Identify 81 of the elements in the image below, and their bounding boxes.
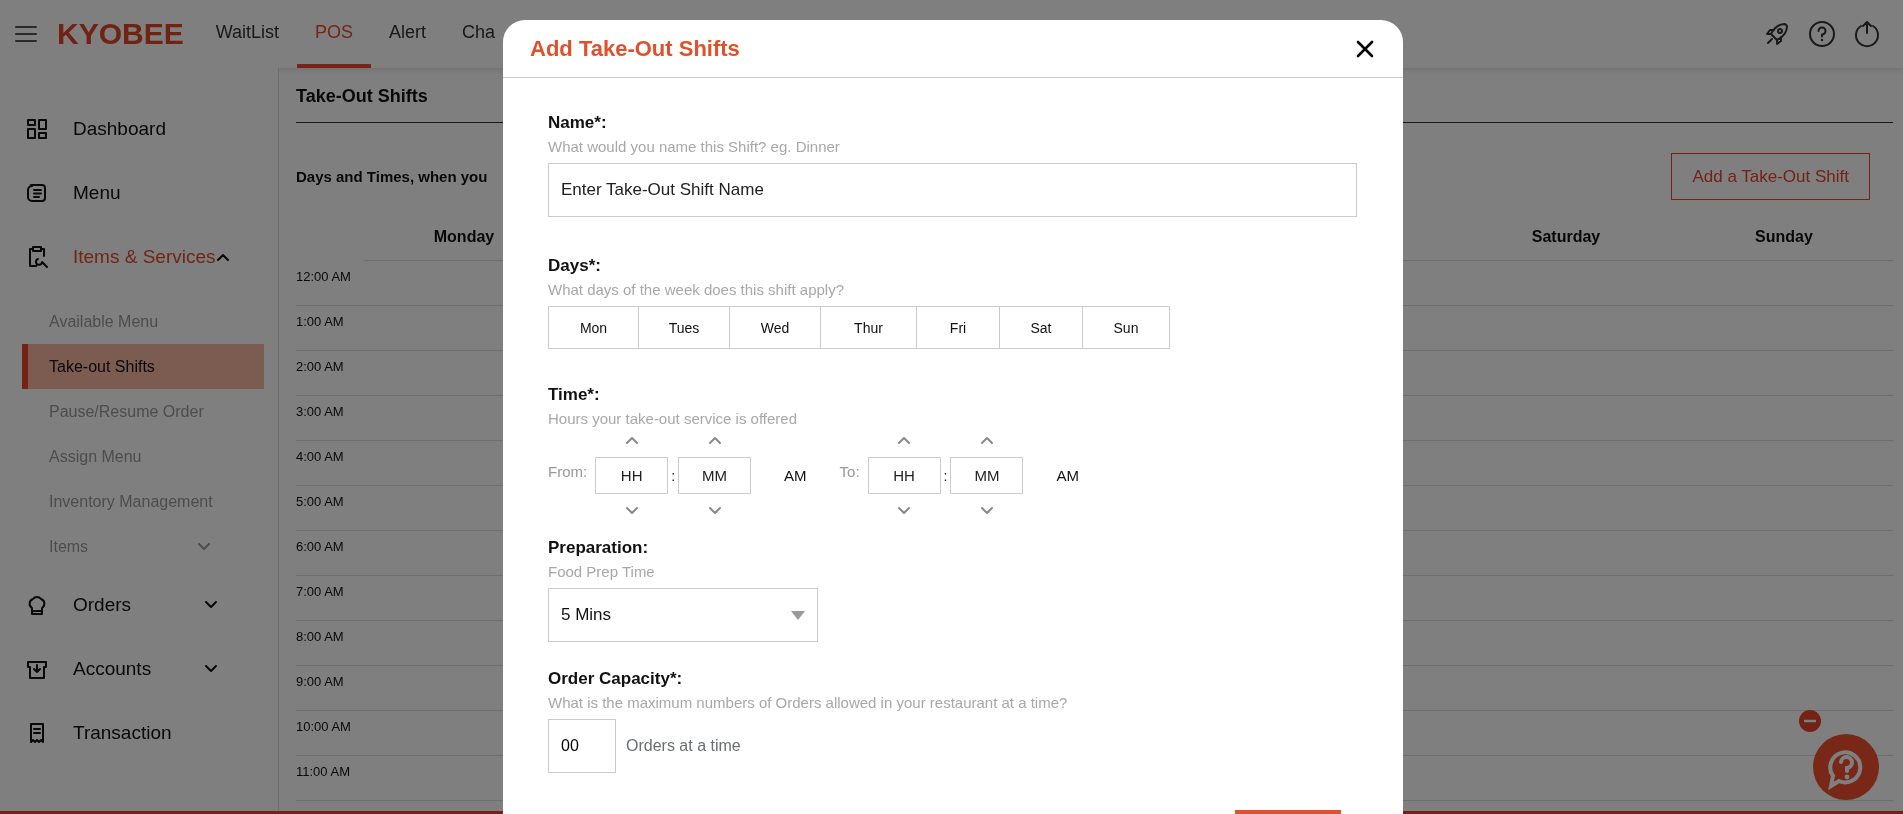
menu-icon[interactable] [15,25,37,43]
sidebar-item[interactable]: Accounts [0,637,278,701]
hint-text: What days of the week does this shift apply? [548,280,845,300]
logo[interactable]: KYOBEE [57,17,184,51]
sidebar-item[interactable]: Items & Services [0,225,278,289]
time-separator: : [943,467,948,484]
time-label: 11:00 AM [296,764,350,779]
day-toggle[interactable]: Thur [820,306,917,349]
unit-label: Orders at a time [626,737,741,755]
meridiem-label[interactable]: AM [784,467,807,484]
collapse-icon[interactable] [215,252,230,262]
hint-text: What would you name this Shift? eg. Dinner [548,137,841,157]
sidebar-item[interactable]: Dashboard [0,97,278,161]
time-label: 2:00 AM [296,359,344,374]
time-label: 9:00 AM [296,674,344,689]
grid-icon [25,117,49,141]
minute-field[interactable]: MM [950,457,1024,494]
hour-field[interactable]: HH [595,457,669,494]
help-icon[interactable] [1808,20,1836,48]
nav-tab[interactable]: Alert [371,0,445,68]
sidebar-item[interactable]: Orders [0,573,278,637]
expand-icon[interactable] [197,541,211,552]
increment-icon[interactable] [897,435,912,445]
column-header: Saturday [1531,228,1601,245]
day-toggle[interactable]: Wed [729,306,821,349]
chat-help-icon[interactable] [1813,734,1879,800]
description-text: Days and Times, when you [296,168,488,185]
minute-field[interactable]: MM [678,457,752,494]
decrement-icon[interactable] [979,506,994,516]
add-shift-button[interactable]: Add a Take-Out Shift [1671,153,1870,200]
column-header: Sunday [1755,228,1813,245]
increment-icon[interactable] [707,435,722,445]
time-label: 6:00 AM [296,539,344,554]
increment-icon[interactable] [624,435,639,445]
time-label: 5:00 AM [296,494,344,509]
expand-icon[interactable] [204,664,218,674]
field-label: Order Capacity*: [548,668,684,690]
field-label: Days*: [548,255,602,277]
sidebar-subitem[interactable]: Take-out Shifts [22,344,264,389]
time-label: 1:00 AM [296,314,344,329]
time-label: 7:00 AM [296,584,344,599]
day-toggle[interactable]: Tues [638,306,730,349]
decrement-icon[interactable] [707,506,722,516]
column-header: Monday [433,228,495,245]
name-input-field[interactable]: Enter Take-Out Shift Name [548,163,1357,217]
nav-tab[interactable]: WaitList [197,0,298,68]
day-toggle[interactable]: Sun [1082,306,1170,349]
field-label: Preparation: [548,537,650,559]
range-label: To: [839,463,860,480]
time-label: 4:00 AM [296,449,344,464]
hint-text: Hours your take-out service is offered [548,409,798,429]
time-label: 10:00 AM [296,719,351,734]
increment-icon[interactable] [979,435,994,445]
hour-field[interactable]: HH [867,457,941,494]
capacity-field[interactable]: 00 [548,719,616,773]
rocket-icon[interactable] [1763,20,1791,48]
time-label: 12:00 AM [296,269,351,284]
decrement-icon[interactable] [624,506,639,516]
sidebar-item[interactable]: Transaction [0,701,278,765]
day-toggle[interactable]: Sat [999,306,1083,349]
prep-time-dropdown[interactable]: 5 Mins [548,588,818,642]
dropdown-arrow-icon [791,610,805,620]
minimize-icon[interactable] [1799,710,1821,732]
day-toggle[interactable]: Mon [548,306,639,349]
time-separator: : [671,467,676,484]
sidebar-item[interactable]: Menu [0,161,278,225]
time-label: 8:00 AM [296,629,344,644]
close-icon[interactable] [1355,38,1375,59]
dialog-title: Add Take-Out Shifts [530,35,740,62]
power-icon[interactable] [1853,20,1881,48]
meridiem-label[interactable]: AM [1056,467,1079,484]
day-toggle[interactable]: Fri [916,306,1000,349]
expand-icon[interactable] [204,600,218,610]
hint-text: What is the maximum numbers of Orders allowed in your restaurant at a time? [548,693,1069,713]
time-label: 3:00 AM [296,404,344,419]
decrement-icon[interactable] [897,506,912,516]
field-label: Time*: [548,384,601,406]
document-icon [25,181,49,205]
range-label: From: [548,463,588,480]
hint-text: Food Prep Time [548,562,656,582]
nav-tab[interactable]: POS [297,0,372,68]
